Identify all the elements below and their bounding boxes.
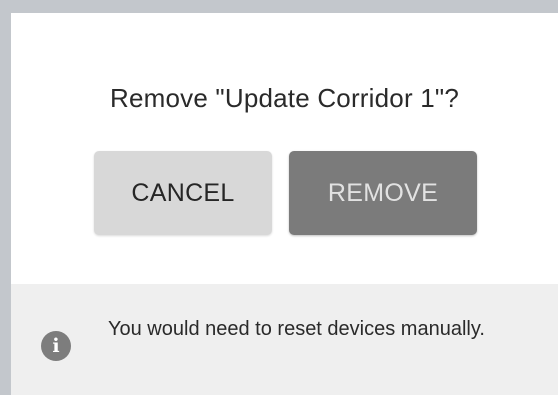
info-icon: i: [41, 331, 71, 361]
dialog-title: Remove "Update Corridor 1"?: [109, 83, 459, 113]
remove-button[interactable]: REMOVE: [289, 151, 477, 235]
info-bar: i You would need to reset devices manual…: [11, 284, 558, 395]
cancel-button[interactable]: CANCEL: [94, 151, 272, 235]
remove-confirmation-dialog: Remove "Update Corridor 1"? CANCEL REMOV…: [11, 13, 558, 395]
info-message: You would need to reset devices manually…: [108, 318, 485, 340]
